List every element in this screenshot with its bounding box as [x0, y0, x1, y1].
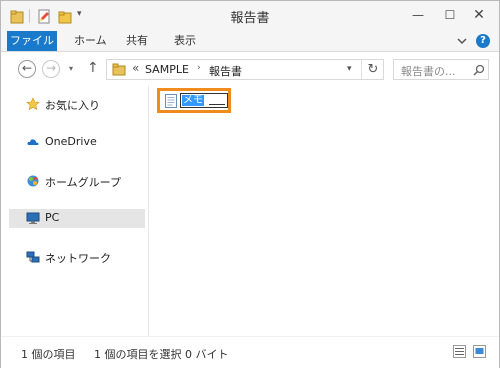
tab-share[interactable]: 共有 [126, 31, 148, 51]
up-button[interactable]: ↑ [87, 60, 99, 76]
sidebar-item-label: ホームグループ [45, 176, 122, 189]
address-bar[interactable]: « SAMPLE › 報告書 ▾ ↻ [106, 59, 384, 80]
network-icon [26, 251, 40, 263]
sidebar-item-favorites[interactable]: お気に入り [9, 95, 145, 113]
rename-selected-text: メモ [182, 95, 204, 106]
file-list-pane[interactable]: メモ [149, 86, 499, 336]
homegroup-icon [27, 175, 39, 187]
sidebar-item-label: ネットワーク [45, 252, 111, 265]
search-icon[interactable] [473, 64, 485, 76]
cloud-icon [27, 139, 39, 145]
details-view-icon[interactable] [453, 345, 466, 358]
sidebar-item-label: OneDrive [45, 135, 97, 148]
breadcrumb-overflow[interactable]: « [132, 61, 139, 75]
tab-file[interactable]: ファイル [7, 31, 57, 51]
navigation-bar: ← → ▾ ↑ « SAMPLE › 報告書 ▾ ↻ 報告書の... [1, 52, 499, 86]
forward-button[interactable]: → [42, 60, 60, 78]
refresh-button[interactable]: ↻ [361, 60, 384, 79]
rename-caret [209, 104, 225, 105]
maximize-button[interactable]: ☐ [438, 7, 462, 23]
status-item-count: 1 個の項目 [21, 348, 76, 361]
tab-home[interactable]: ホーム [74, 31, 107, 51]
help-icon[interactable]: ? [476, 34, 490, 48]
status-bar: 1 個の項目 1 個の項目を選択 0 バイト [1, 336, 499, 368]
ribbon-expand-chevron-icon[interactable] [456, 35, 468, 47]
recent-locations-dropdown[interactable]: ▾ [69, 64, 73, 73]
star-icon [26, 97, 40, 111]
tab-view[interactable]: 表示 [174, 31, 196, 51]
search-placeholder: 報告書の... [401, 65, 456, 78]
sidebar-item-label: お気に入り [45, 99, 100, 112]
computer-icon [26, 212, 40, 224]
breadcrumb-separator[interactable]: › [197, 63, 201, 73]
ribbon-tabs: ファイル ホーム 共有 表示 ? [1, 31, 499, 52]
sidebar-item-network[interactable]: ネットワーク [9, 248, 145, 266]
rename-input[interactable]: メモ [180, 93, 228, 108]
large-icons-view-icon[interactable] [473, 345, 486, 358]
sidebar-item-onedrive[interactable]: OneDrive [9, 133, 145, 151]
explorer-window: ▾ 報告書 — ☐ ✕ ファイル ホーム 共有 表示 ? ← → ▾ ↑ « S… [0, 0, 500, 368]
sidebar-item-pc[interactable]: PC [9, 209, 145, 228]
navigation-pane: お気に入り OneDrive ホームグループ PC ネットワーク [1, 86, 149, 336]
sidebar-item-label: PC [45, 211, 60, 224]
breadcrumb-report[interactable]: 報告書 [209, 63, 242, 79]
text-document-icon [165, 94, 177, 108]
address-dropdown[interactable]: ▾ [347, 64, 352, 74]
minimize-button[interactable]: — [406, 7, 430, 23]
status-selection: 1 個の項目を選択 0 バイト [94, 348, 229, 361]
content-area: お気に入り OneDrive ホームグループ PC ネットワーク メモ [1, 86, 499, 336]
breadcrumb-sample[interactable]: SAMPLE [145, 63, 189, 76]
close-button[interactable]: ✕ [467, 7, 491, 23]
title-bar: ▾ 報告書 — ☐ ✕ [1, 1, 499, 31]
folder-icon [112, 63, 126, 76]
back-button[interactable]: ← [18, 60, 36, 78]
file-item-memo[interactable]: メモ [157, 88, 231, 113]
search-input[interactable]: 報告書の... [393, 59, 489, 80]
sidebar-item-homegroup[interactable]: ホームグループ [9, 172, 145, 190]
